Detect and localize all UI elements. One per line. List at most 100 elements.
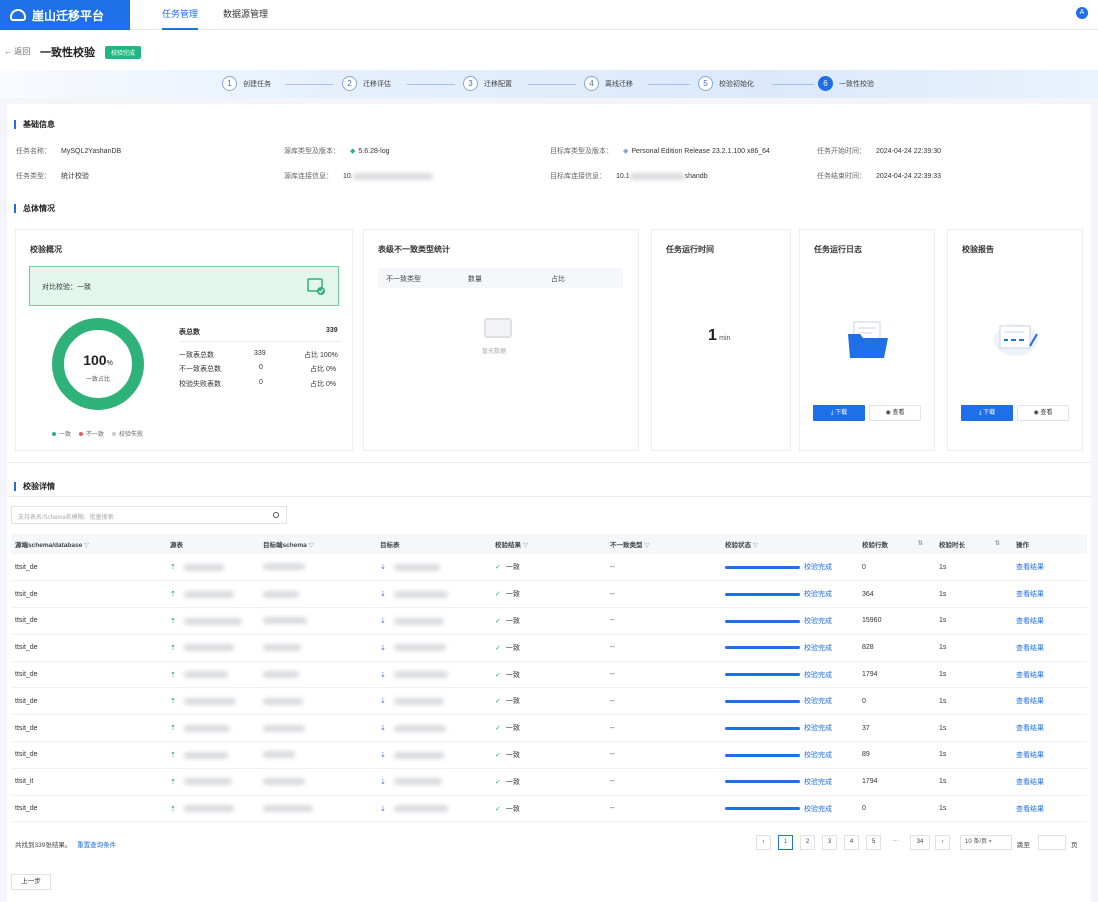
cell-duration: 1s bbox=[935, 741, 1012, 769]
target-arrow-icon: ⇣ bbox=[380, 644, 386, 652]
view-result-link[interactable]: 查看结果 bbox=[1016, 779, 1044, 786]
download-report-button[interactable]: ⤓ 下载 bbox=[961, 405, 1013, 421]
view-result-link[interactable]: 查看结果 bbox=[1016, 698, 1044, 705]
status-badge: 校验完成 bbox=[105, 46, 142, 59]
status-text: 校验完成 bbox=[804, 564, 832, 572]
cell-target-table: ⇣ bbox=[376, 687, 491, 716]
step-config[interactable]: 3 迁移配置 bbox=[463, 76, 512, 91]
cell-target-table: ⇣ bbox=[376, 580, 491, 609]
brand[interactable]: 崖山迁移平台 bbox=[0, 0, 130, 30]
step-number: 6 bbox=[818, 76, 833, 91]
back-button[interactable]: ← 返回 bbox=[4, 46, 30, 57]
view-result-link[interactable]: 查看结果 bbox=[1016, 672, 1044, 679]
view-result-link[interactable]: 查看结果 bbox=[1016, 725, 1044, 732]
cell-target-schema bbox=[259, 795, 376, 823]
search-icon[interactable] bbox=[273, 512, 279, 518]
step-connector bbox=[772, 84, 814, 85]
cell-action: 查看结果 bbox=[1012, 554, 1087, 582]
legend-label: 校验失败 bbox=[119, 432, 144, 438]
step-label: 离线迁移 bbox=[605, 80, 633, 88]
source-arrow-icon: ⇡ bbox=[170, 698, 176, 706]
page-4[interactable]: 4 bbox=[844, 835, 859, 850]
cell-duration: 1s bbox=[935, 687, 1012, 716]
page-5[interactable]: 5 bbox=[866, 835, 881, 850]
step-assessment[interactable]: 2 迁移评估 bbox=[342, 76, 391, 91]
stat-ratio: 占比 0% bbox=[310, 366, 337, 373]
step-create-task[interactable]: 1 创建任务 bbox=[222, 76, 271, 91]
cell-source-table: ⇡ bbox=[166, 714, 259, 743]
summary-card: 校验概况 对比校验：一致 100% 一致占比 表总数 339 一致表总数 339… bbox=[15, 229, 353, 451]
reset-query-link[interactable]: 重置查询条件 bbox=[77, 842, 116, 849]
page-1[interactable]: 1 bbox=[778, 835, 793, 850]
col-target-schema[interactable]: 目标端schema ▽ bbox=[259, 534, 376, 554]
result-text: 一致 bbox=[505, 778, 520, 786]
page-ellipsis[interactable]: ··· bbox=[888, 835, 903, 850]
progress-bar bbox=[725, 780, 800, 784]
goto-page-input[interactable] bbox=[1038, 835, 1066, 850]
next-page-button[interactable]: › bbox=[935, 835, 950, 850]
filter-icon[interactable]: ▽ bbox=[523, 542, 528, 549]
source-arrow-icon: ⇡ bbox=[170, 617, 176, 625]
redacted bbox=[393, 617, 444, 625]
tab-task-management[interactable]: 任务管理 bbox=[162, 0, 199, 30]
cell-status: 校验完成 bbox=[721, 634, 858, 662]
section-details: 校验详情 bbox=[14, 482, 55, 491]
kv-start-time: 任务开始时间： 2024-04-24 22:39:30 bbox=[817, 146, 941, 156]
cell-status: 校验完成 bbox=[721, 741, 858, 769]
cell-mismatch-type: -- bbox=[606, 634, 721, 662]
percent-value: 100 bbox=[83, 352, 107, 368]
step-check-init[interactable]: 5 校验初始化 bbox=[698, 76, 754, 91]
tab-datasource-management[interactable]: 数据源管理 bbox=[223, 0, 268, 30]
table-row: ttsit_de ⇡ ⇣ ✓ 一致 -- 校验完成 828 1s 查看结果 bbox=[11, 634, 1087, 662]
view-result-link[interactable]: 查看结果 bbox=[1016, 752, 1044, 759]
view-report-button[interactable]: ◉ 查看 bbox=[1017, 405, 1069, 421]
download-log-button[interactable]: ⤓ 下载 bbox=[813, 405, 865, 421]
col-result[interactable]: 校验结果 ▽ bbox=[491, 534, 606, 554]
legend-item: 一致 bbox=[52, 429, 71, 438]
filter-icon[interactable]: ▽ bbox=[84, 542, 89, 549]
cell-source-table: ⇡ bbox=[166, 741, 259, 769]
cell-source-schema: ttsit_de bbox=[11, 687, 166, 716]
view-result-link[interactable]: 查看结果 bbox=[1016, 645, 1044, 652]
cell-target-schema bbox=[259, 607, 376, 635]
step-offline-migration[interactable]: 4 离线迁移 bbox=[584, 76, 633, 91]
step-consistency-check[interactable]: 6 一致性校验 bbox=[818, 76, 874, 91]
col-status[interactable]: 校验状态 ▽ bbox=[721, 534, 858, 554]
cell-result: ✓ 一致 bbox=[491, 714, 606, 743]
page-size-value: 10 条/页 bbox=[965, 839, 988, 845]
col-row-count[interactable]: 校验行数 ⇅ bbox=[858, 534, 935, 554]
view-result-link[interactable]: 查看结果 bbox=[1016, 564, 1044, 571]
chevron-left-icon: ‹ bbox=[762, 839, 765, 845]
filter-icon[interactable]: ▽ bbox=[309, 542, 314, 549]
page-2[interactable]: 2 bbox=[800, 835, 815, 850]
redacted bbox=[393, 724, 446, 732]
col-mismatch-type[interactable]: 不一致类型 ▽ bbox=[606, 534, 721, 554]
view-result-link[interactable]: 查看结果 bbox=[1016, 591, 1044, 598]
kv-value: 统计校验 bbox=[61, 173, 89, 180]
check-icon: ✓ bbox=[495, 591, 501, 599]
check-icon: ✓ bbox=[495, 671, 501, 679]
sort-icon[interactable]: ⇅ bbox=[918, 539, 923, 547]
page-3[interactable]: 3 bbox=[822, 835, 837, 850]
col-source-schema[interactable]: 源端schema/database ▽ bbox=[11, 534, 166, 554]
avatar[interactable]: A bbox=[1076, 7, 1088, 19]
page-last[interactable]: 34 bbox=[910, 835, 930, 850]
redacted bbox=[263, 751, 295, 759]
prev-step-button[interactable]: 上一步 bbox=[11, 874, 51, 890]
sort-icon[interactable]: ⇅ bbox=[995, 539, 1000, 547]
col-duration[interactable]: 校验时长 ⇅ bbox=[935, 534, 1012, 554]
col-header: 数量 bbox=[468, 276, 482, 283]
section-basic-info: 基础信息 bbox=[14, 120, 55, 129]
empty-text: 暂无数据 bbox=[482, 349, 507, 355]
col-target-table: 目标表 bbox=[376, 534, 491, 554]
cell-status: 校验完成 bbox=[721, 580, 858, 609]
page-size-select[interactable]: 10 条/页 ▾ bbox=[960, 835, 1012, 850]
filter-icon[interactable]: ▽ bbox=[753, 542, 758, 549]
view-result-link[interactable]: 查看结果 bbox=[1016, 806, 1044, 813]
filter-icon[interactable]: ▽ bbox=[644, 542, 649, 549]
search-input[interactable]: 支持表名/Schema名模糊、批量搜索 bbox=[11, 506, 287, 524]
prev-page-button[interactable]: ‹ bbox=[756, 835, 771, 850]
view-result-link[interactable]: 查看结果 bbox=[1016, 618, 1044, 625]
view-log-button[interactable]: ◉ 查看 bbox=[869, 405, 921, 421]
redacted bbox=[393, 698, 444, 706]
